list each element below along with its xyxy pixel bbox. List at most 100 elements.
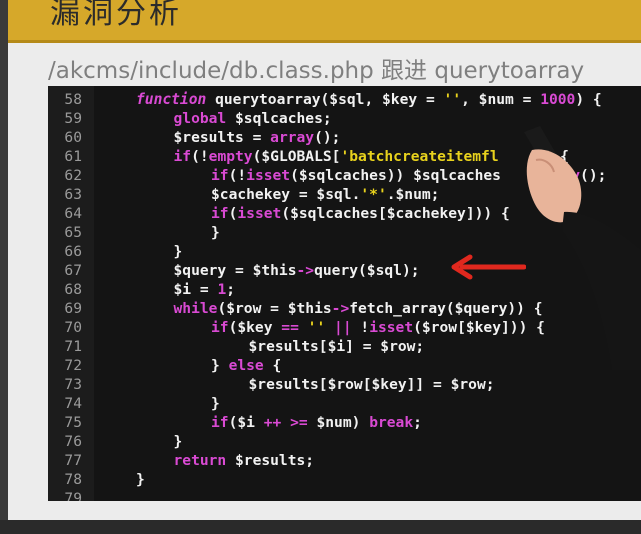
line-number: 58 (64, 91, 82, 108)
code-text: $results[$row[$key]] = $row; (249, 375, 495, 394)
code-token: ) { (575, 91, 602, 108)
line-number: 59 (64, 110, 82, 127)
code-token: if (173, 148, 192, 165)
code-token: -> (331, 300, 350, 317)
code-token: global (173, 110, 227, 127)
code-token: $results; (226, 452, 315, 469)
code-token: '*' (360, 186, 387, 203)
code-text: return $results; (174, 451, 315, 470)
code-token: == (281, 319, 299, 336)
line-number: 79 (64, 490, 82, 501)
code-text: while($row = $this->fetch_array($query))… (174, 299, 543, 318)
code-token: isset (246, 167, 291, 184)
line-number: 70 (64, 319, 82, 336)
code-token: || (334, 319, 352, 336)
code-token: if (211, 167, 229, 184)
code-token: if (211, 205, 229, 222)
code-token: $results = (173, 129, 271, 146)
code-text: } (174, 242, 183, 261)
code-token: ; (226, 281, 236, 298)
code-text: $results[$i] = $row; (249, 337, 425, 356)
code-token: $num) (307, 414, 370, 431)
screen-left-edge (0, 0, 8, 534)
code-token: isset (237, 205, 282, 222)
code-token: $i = (173, 281, 218, 298)
code-token: query($sql); (314, 262, 420, 279)
code-token: $sqlcaches; (226, 110, 332, 127)
presenter-hand (526, 149, 582, 223)
code-text: } (211, 394, 220, 413)
line-number: 72 (64, 357, 82, 374)
line-number: 67 (64, 262, 82, 279)
line-number: 74 (64, 395, 82, 412)
code-text: $results = array(); (174, 128, 341, 147)
code-token: $cachekey = $sql. (211, 186, 361, 203)
code-token: (); (314, 129, 341, 146)
code-text: function querytoarray($sql, $key = '', $… (136, 90, 602, 109)
code-token: } (136, 471, 145, 488)
line-number: 77 (64, 452, 82, 469)
screen-bottom-edge (0, 520, 641, 534)
code-token: ++ (263, 414, 282, 431)
code-line: 78} (48, 470, 641, 489)
code-token: return (173, 452, 227, 469)
code-token: (! (228, 167, 247, 184)
code-text: if(isset($sqlcaches[$cachekey])) { (211, 204, 510, 223)
line-number: 64 (64, 205, 82, 222)
code-token: 1 (217, 281, 227, 298)
code-text: if($i ++ >= $num) break; (211, 413, 422, 432)
code-token: array (270, 129, 315, 146)
code-token: '' (443, 91, 462, 108)
code-token: -> (296, 262, 315, 279)
code-line: 73 $results[$row[$key]] = $row; (48, 375, 641, 394)
code-text: $cachekey = $sql.'*'.$num; (211, 185, 439, 204)
line-number: 60 (64, 129, 82, 146)
code-text: } (136, 470, 145, 489)
code-token: (! (191, 148, 209, 165)
code-token: .$num; (386, 186, 440, 203)
line-number: 62 (64, 167, 82, 184)
code-token: ($key (228, 319, 282, 336)
line-number: 66 (64, 243, 82, 260)
code-token: ($GLOBALS[ (252, 148, 341, 165)
code-token: } (211, 395, 220, 412)
code-token: isset (369, 319, 414, 336)
code-text: global $sqlcaches; (174, 109, 332, 128)
line-number: 63 (64, 186, 82, 203)
code-line: 74} (48, 394, 641, 413)
code-token: } (211, 357, 229, 374)
code-token: else (228, 357, 264, 374)
line-number: 65 (64, 224, 82, 241)
code-token: ! (351, 319, 370, 336)
code-token: } (211, 224, 220, 241)
code-line: 58 function querytoarray($sql, $key = '',… (48, 90, 641, 109)
line-number: 71 (64, 338, 82, 355)
code-line: 75 if($i ++ >= $num) break; (48, 413, 641, 432)
line-number: 68 (64, 281, 82, 298)
code-token: if (211, 319, 229, 336)
code-text: $i = 1; (174, 280, 236, 299)
code-token: $results[$i] = $row; (248, 338, 425, 355)
code-line: 76} (48, 432, 641, 451)
line-number: 76 (64, 433, 82, 450)
code-text: } else { (211, 356, 281, 375)
code-token: ($sqlcaches)) $sqlcaches (290, 167, 510, 184)
line-number: 75 (64, 414, 82, 431)
code-line: 79 (48, 489, 641, 501)
code-token: '' (307, 319, 326, 336)
code-token: function (136, 91, 207, 108)
code-token: , $num = (461, 91, 541, 108)
code-token: $query = $this (173, 262, 297, 279)
code-text: } (211, 223, 220, 242)
code-text: } (174, 432, 183, 451)
slide-header-band: 漏洞分析 (8, 0, 641, 43)
code-token: ($row = $this (217, 300, 332, 317)
code-token: ($sqlcaches[$cachekey])) { (281, 205, 510, 222)
code-line: 77 return $results; (48, 451, 641, 470)
code-token: 1000 (540, 91, 576, 108)
code-token: ($i (228, 414, 264, 431)
line-number: 61 (64, 148, 82, 165)
